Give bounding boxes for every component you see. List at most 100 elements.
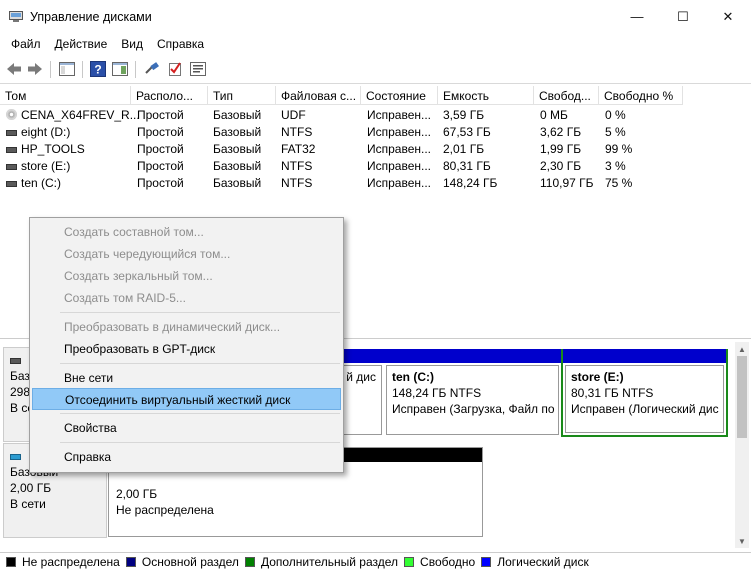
legend-label: Не распределена — [22, 555, 120, 569]
cell-status: Исправен... — [367, 108, 432, 122]
menu-item-detach-vhd[interactable]: Отсоединить виртуальный жесткий диск — [32, 388, 341, 410]
legend-swatch — [6, 557, 16, 567]
partition-size: 148,24 ГБ NTFS — [392, 386, 482, 400]
menu-help[interactable]: Справка — [150, 33, 211, 55]
cell-filesystem: NTFS — [281, 125, 313, 139]
cell-layout: Простой — [137, 142, 184, 156]
cell-free-percent: 99 % — [605, 142, 633, 156]
legend: Не распределена Основной раздел Дополнит… — [0, 552, 751, 571]
context-menu: Создать составной том... Создать чередую… — [29, 217, 344, 473]
svg-text:?: ? — [94, 63, 101, 77]
disk-icon — [10, 357, 21, 364]
console-tree-icon[interactable] — [58, 60, 76, 78]
toolbar-separator — [50, 61, 51, 78]
partition-color-bar — [563, 349, 726, 363]
partition-color-bar — [384, 349, 561, 363]
menu-item-properties[interactable]: Свойства — [32, 417, 341, 439]
menu-item-create-raid5[interactable]: Создать том RAID-5... — [32, 287, 341, 309]
disk-management-icon — [9, 11, 23, 23]
menu-item-help[interactable]: Справка — [32, 446, 341, 468]
legend-item: Свободно — [404, 555, 475, 569]
check-icon[interactable] — [166, 60, 184, 78]
partition-status: Исправен (Загрузка, Файл по — [392, 402, 555, 416]
cell-free: 0 МБ — [540, 108, 568, 122]
table-row[interactable]: CENA_X64FREV_R... Простой Базовый UDF Ис… — [0, 106, 751, 123]
back-arrow-icon[interactable] — [5, 60, 23, 78]
cell-free-percent: 0 % — [605, 108, 626, 122]
legend-label: Логический диск — [497, 555, 589, 569]
table-row[interactable]: HP_TOOLS Простой Базовый FAT32 Исправен.… — [0, 140, 751, 157]
cell-layout: Простой — [137, 176, 184, 190]
menu-view[interactable]: Вид — [114, 33, 150, 55]
menu-separator — [60, 312, 340, 313]
menu-item-convert-gpt[interactable]: Преобразовать в GPT-диск — [32, 338, 341, 360]
column-header-status[interactable]: Состояние — [361, 86, 438, 105]
menu-item-offline[interactable]: Вне сети — [32, 367, 341, 389]
toolbar-separator — [135, 61, 136, 78]
cell-type: Базовый — [213, 142, 262, 156]
cell-type: Базовый — [213, 108, 262, 122]
cell-volume: store (E:) — [21, 159, 71, 173]
table-row[interactable]: ten (C:) Простой Базовый NTFS Исправен..… — [0, 174, 751, 191]
cell-capacity: 3,59 ГБ — [443, 108, 485, 122]
disk-status: В сети — [10, 497, 46, 511]
cell-capacity: 2,01 ГБ — [443, 142, 485, 156]
partition-status: Не распределена — [116, 503, 214, 517]
partition-title: store (E:) — [571, 370, 624, 384]
legend-item: Основной раздел — [125, 555, 239, 569]
menu-item-convert-dynamic[interactable]: Преобразовать в динамический диск... — [32, 316, 341, 338]
cell-filesystem: FAT32 — [281, 142, 316, 156]
connect-icon[interactable] — [143, 60, 161, 78]
menu-action[interactable]: Действие — [48, 33, 115, 55]
column-header-layout[interactable]: Располо... — [131, 86, 208, 105]
column-header-volume[interactable]: Том — [0, 86, 131, 105]
cell-type: Базовый — [213, 159, 262, 173]
cell-free: 3,62 ГБ — [540, 125, 582, 139]
menu-separator — [60, 413, 340, 414]
cell-type: Базовый — [213, 125, 262, 139]
cell-free-percent: 75 % — [605, 176, 633, 190]
table-row[interactable]: store (E:) Простой Базовый NTFS Исправен… — [0, 157, 751, 174]
help-icon[interactable]: ? — [89, 60, 107, 78]
legend-label: Основной раздел — [141, 555, 239, 569]
column-header-filesystem[interactable]: Файловая с... — [276, 86, 361, 105]
column-header-capacity[interactable]: Емкость — [438, 86, 534, 105]
partition[interactable]: ten (C:) 148,24 ГБ NTFS Исправен (Загруз… — [384, 349, 561, 437]
cell-status: Исправен... — [367, 125, 432, 139]
table-row[interactable]: eight (D:) Простой Базовый NTFS Исправен… — [0, 123, 751, 140]
menu-separator — [60, 363, 340, 364]
menu-item-create-spanned[interactable]: Создать составной том... — [32, 221, 341, 243]
properties-pane-icon[interactable] — [111, 60, 129, 78]
disk-size: 2,00 ГБ — [10, 481, 52, 495]
forward-arrow-icon[interactable] — [26, 60, 44, 78]
scrollbar-thumb[interactable] — [737, 356, 747, 438]
cell-capacity: 148,24 ГБ — [443, 176, 498, 190]
column-header-free[interactable]: Свобод... — [534, 86, 599, 105]
partition-status: Исправен (Логический дис — [571, 402, 719, 416]
cell-type: Базовый — [213, 176, 262, 190]
scroll-up-icon[interactable]: ▲ — [735, 342, 749, 356]
legend-item: Логический диск — [481, 555, 589, 569]
maximize-button[interactable]: ☐ — [660, 0, 706, 33]
menu-item-create-striped[interactable]: Создать чередующийся том... — [32, 243, 341, 265]
scroll-down-icon[interactable]: ▼ — [735, 534, 749, 548]
close-button[interactable]: ✕ — [705, 0, 751, 33]
partition-size: 80,31 ГБ NTFS — [571, 386, 654, 400]
menu-file[interactable]: Файл — [4, 33, 48, 55]
menu-item-create-mirrored[interactable]: Создать зеркальный том... — [32, 265, 341, 287]
cell-free: 2,30 ГБ — [540, 159, 582, 173]
partition[interactable]: store (E:) 80,31 ГБ NTFS Исправен (Логич… — [561, 349, 728, 437]
vertical-scrollbar[interactable]: ▲ ▼ — [735, 342, 749, 548]
column-header-type[interactable]: Тип — [208, 86, 276, 105]
cell-status: Исправен... — [367, 142, 432, 156]
partition-size: 2,00 ГБ — [116, 487, 158, 501]
volume-icon — [6, 180, 17, 187]
legend-swatch — [244, 557, 255, 567]
minimize-button[interactable]: — — [614, 0, 660, 33]
column-header-free-percent[interactable]: Свободно % — [599, 86, 683, 105]
volume-icon — [6, 163, 17, 170]
cell-status: Исправен... — [367, 176, 432, 190]
cell-filesystem: NTFS — [281, 176, 313, 190]
legend-label: Дополнительный раздел — [260, 555, 399, 569]
settings-list-icon[interactable] — [189, 60, 207, 78]
